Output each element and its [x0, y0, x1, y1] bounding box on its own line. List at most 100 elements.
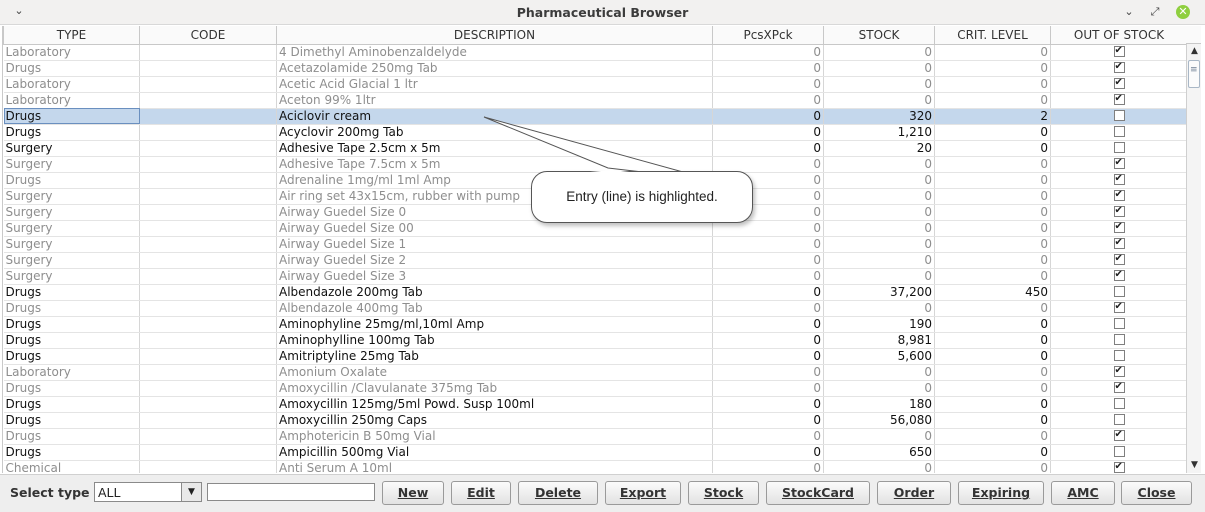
table-row[interactable]: Laboratory Acetic Acid Glacial 1 ltr 0 0 0 [3, 76, 1186, 93]
cell-stock[interactable]: 5,600 [823, 348, 935, 365]
cell-stock[interactable]: 0 [823, 156, 935, 173]
cell-type[interactable]: Surgery [3, 204, 140, 221]
cell-code[interactable] [139, 188, 277, 205]
cell-pcsxpck[interactable]: 0 [712, 444, 824, 461]
cell-code[interactable] [139, 108, 277, 125]
cell-stock[interactable]: 0 [823, 380, 935, 397]
cell-type[interactable]: Surgery [3, 188, 140, 205]
cell-code[interactable] [139, 444, 277, 461]
table-row[interactable]: Laboratory Aceton 99% 1ltr 0 0 0 [3, 92, 1186, 109]
cell-type[interactable]: Laboratory [3, 76, 140, 93]
cell-crit-level[interactable]: 2 [934, 108, 1051, 125]
cell-description[interactable]: Amoxycillin 125mg/5ml Powd. Susp 100ml [276, 396, 713, 413]
table-row[interactable]: Surgery Airway Guedel Size 2000 [3, 252, 1186, 269]
cell-description[interactable]: Acetic Acid Glacial 1 ltr [276, 76, 713, 93]
cell-type[interactable]: Surgery [3, 236, 140, 253]
cell-description[interactable]: 4 Dimethyl Aminobenzaldelyde [276, 44, 713, 61]
restore-icon[interactable]: ⤢ [1148, 5, 1162, 19]
cell-crit-level[interactable]: 0 [934, 268, 1051, 285]
cell-pcsxpck[interactable]: 0 [712, 332, 824, 349]
cell-crit-level[interactable]: 0 [934, 60, 1051, 77]
cell-pcsxpck[interactable]: 0 [712, 124, 824, 141]
cell-pcsxpck[interactable]: 0 [712, 76, 824, 93]
column-header-code[interactable]: CODE [139, 26, 277, 45]
cell-type[interactable]: Surgery [3, 252, 140, 269]
cell-description[interactable]: Adhesive Tape 2.5cm x 5m [276, 140, 713, 157]
cell-description[interactable]: Aminophylline 100mg Tab [276, 332, 713, 349]
arrow-up-icon[interactable]: ▲ [1187, 44, 1202, 59]
column-header-pcsxpck[interactable]: PcsXPck [712, 26, 824, 45]
column-header-type[interactable]: TYPE [3, 26, 140, 45]
cell-crit-level[interactable]: 0 [934, 188, 1051, 205]
scrollbar-thumb[interactable] [1188, 60, 1200, 88]
table-row[interactable]: Drugs Amoxycillin 125mg/5ml Powd. Susp 10… [3, 396, 1186, 413]
cell-pcsxpck[interactable]: 0 [712, 316, 824, 333]
cell-code[interactable] [139, 140, 277, 157]
cell-description[interactable]: Anti Serum A 10ml [276, 460, 713, 473]
cell-crit-level[interactable]: 0 [934, 348, 1051, 365]
cell-stock[interactable]: 0 [823, 300, 935, 317]
table-row[interactable]: Drugs Acyclovir 200mg Tab 0 1,210 0 [3, 124, 1186, 141]
cell-type[interactable]: Laboratory [3, 92, 140, 109]
cell-pcsxpck[interactable]: 0 [712, 44, 824, 61]
cell-pcsxpck[interactable]: 0 [712, 348, 824, 365]
cell-crit-level[interactable]: 0 [934, 444, 1051, 461]
cell-stock[interactable]: 0 [823, 92, 935, 109]
cell-description[interactable]: Acyclovir 200mg Tab [276, 124, 713, 141]
column-header-out-of-stock[interactable]: OUT OF STOCK [1050, 26, 1186, 45]
cell-code[interactable] [139, 460, 277, 473]
cell-code[interactable] [139, 76, 277, 93]
chevron-down-icon[interactable]: ▼ [181, 483, 201, 501]
arrow-down-icon[interactable]: ▼ [1187, 458, 1202, 473]
cell-code[interactable] [139, 316, 277, 333]
column-header-crit-level[interactable]: CRIT. LEVEL [934, 26, 1051, 45]
vertical-scrollbar[interactable]: ▲ ▼ [1186, 44, 1201, 473]
delete-button[interactable]: Delete [518, 481, 598, 505]
new-button[interactable]: New [382, 481, 444, 505]
cell-code[interactable] [139, 204, 277, 221]
cell-stock[interactable]: 0 [823, 172, 935, 189]
cell-type[interactable]: Drugs [3, 428, 140, 445]
cell-pcsxpck[interactable]: 0 [712, 364, 824, 381]
cell-crit-level[interactable]: 0 [934, 92, 1051, 109]
cell-code[interactable] [139, 156, 277, 173]
cell-description[interactable]: Aceton 99% 1ltr [276, 92, 713, 109]
cell-type[interactable]: Drugs [3, 316, 140, 333]
cell-type[interactable]: Drugs [3, 172, 140, 189]
cell-pcsxpck[interactable]: 0 [712, 380, 824, 397]
cell-crit-level[interactable]: 0 [934, 460, 1051, 473]
cell-crit-level[interactable]: 0 [934, 76, 1051, 93]
cell-crit-level[interactable]: 0 [934, 364, 1051, 381]
cell-crit-level[interactable]: 0 [934, 332, 1051, 349]
cell-description[interactable]: Airway Guedel Size 3 [276, 268, 713, 285]
cell-type[interactable]: Drugs [3, 396, 140, 413]
table-row[interactable]: Drugs Amitriptyline 25mg Tab 0 5,600 0 [3, 348, 1186, 365]
cell-crit-level[interactable]: 0 [934, 124, 1051, 141]
table-row-selected[interactable]: Drugs Aciclovir cream 0 320 2 [3, 108, 1186, 125]
cell-code[interactable] [139, 364, 277, 381]
type-select[interactable]: ALL ▼ [94, 482, 202, 502]
cell-stock[interactable]: 0 [823, 44, 935, 61]
cell-code[interactable] [139, 284, 277, 301]
cell-description[interactable]: Aminophyline 25mg/ml,10ml Amp [276, 316, 713, 333]
cell-description[interactable]: Amoxycillin 250mg Caps [276, 412, 713, 429]
cell-stock[interactable]: 0 [823, 220, 935, 237]
cell-stock[interactable]: 0 [823, 236, 935, 253]
cell-crit-level[interactable]: 0 [934, 252, 1051, 269]
table-row[interactable]: Drugs Amoxycillin 250mg Caps 0 56,080 0 [3, 412, 1186, 429]
close-button[interactable]: Close [1121, 481, 1192, 505]
cell-crit-level[interactable]: 0 [934, 236, 1051, 253]
cell-pcsxpck[interactable]: 0 [712, 108, 824, 125]
cell-stock[interactable]: 56,080 [823, 412, 935, 429]
cell-stock[interactable]: 320 [823, 108, 935, 125]
cell-pcsxpck[interactable]: 0 [712, 284, 824, 301]
cell-stock[interactable]: 0 [823, 252, 935, 269]
table-row[interactable]: Surgery Airway Guedel Size 3000 [3, 268, 1186, 285]
cell-crit-level[interactable]: 0 [934, 44, 1051, 61]
cell-code[interactable] [139, 220, 277, 237]
cell-description[interactable]: Adhesive Tape 7.5cm x 5m [276, 156, 713, 173]
cell-code[interactable] [139, 412, 277, 429]
cell-description[interactable]: Amitriptyline 25mg Tab [276, 348, 713, 365]
cell-crit-level[interactable]: 0 [934, 412, 1051, 429]
cell-code[interactable] [139, 44, 277, 61]
